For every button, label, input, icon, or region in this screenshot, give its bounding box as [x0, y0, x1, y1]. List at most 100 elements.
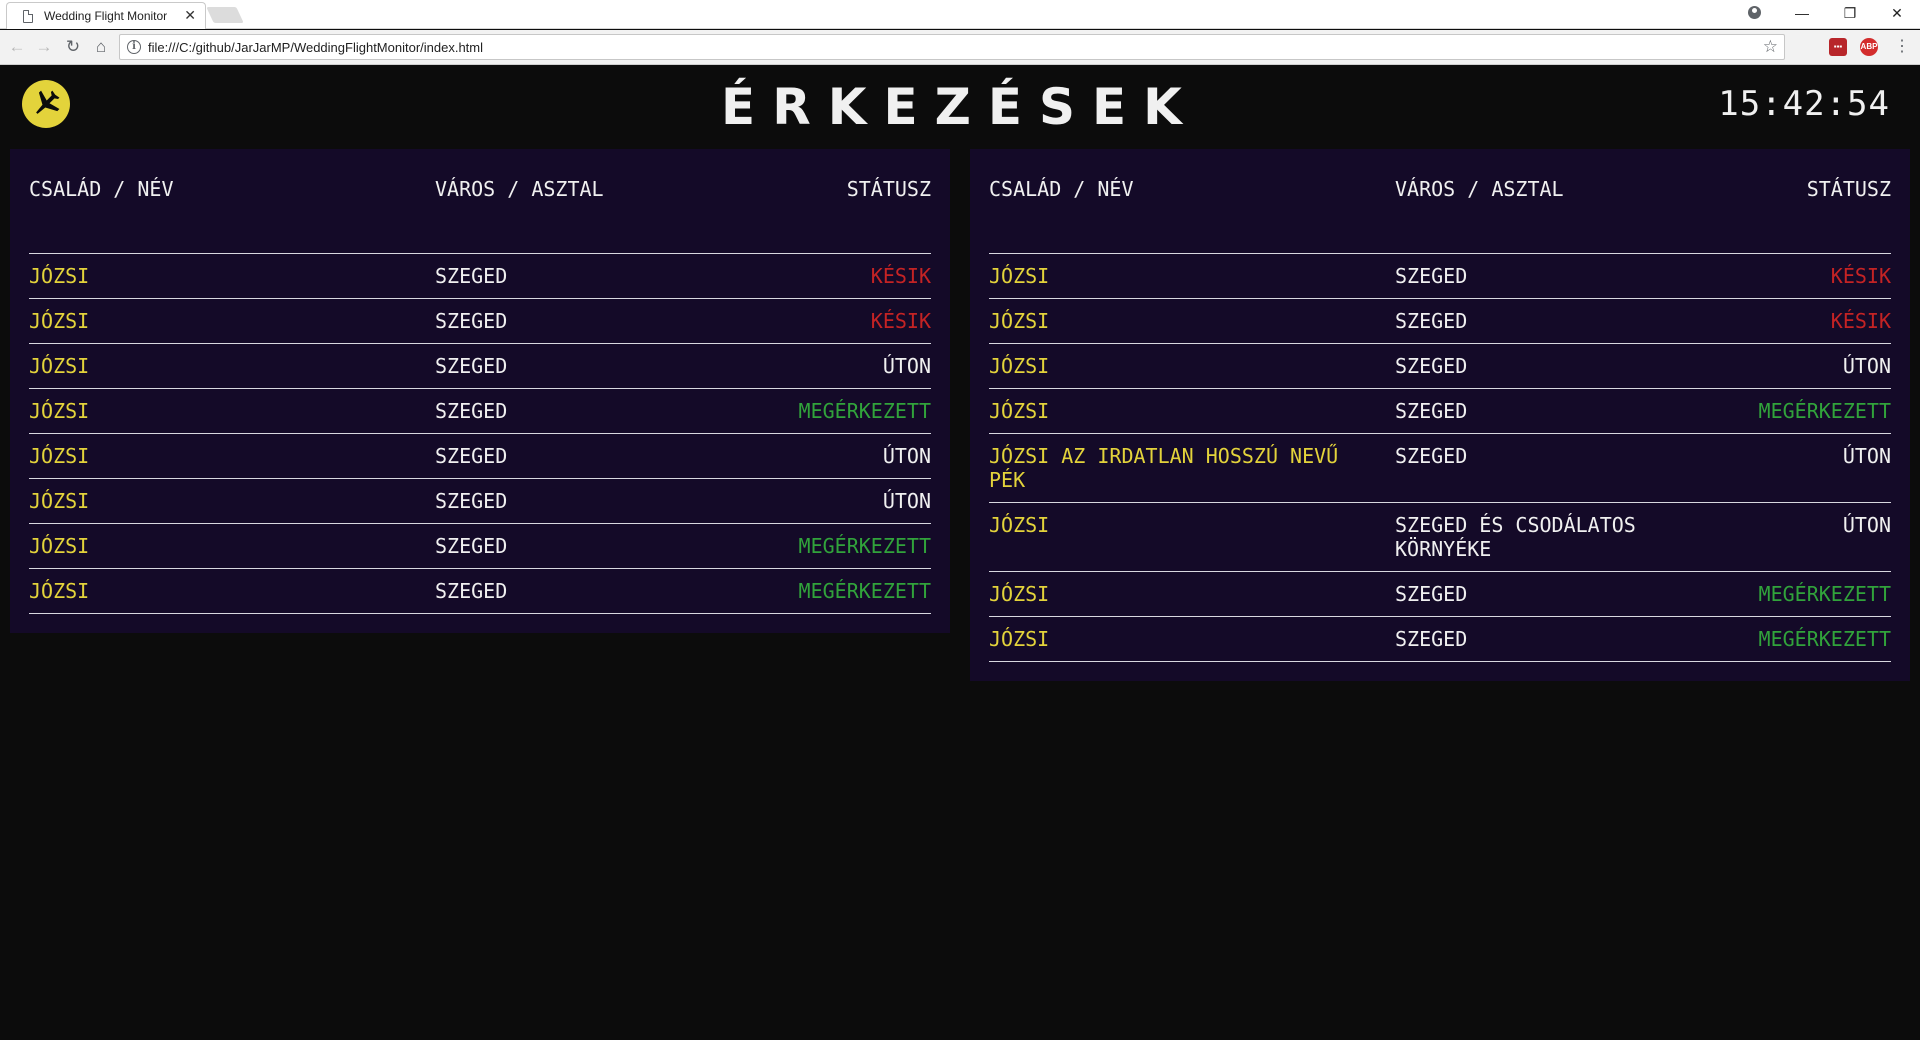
- guest-name: JÓZSI: [989, 582, 1050, 606]
- table-row: JÓZSI SZEGED KÉSIK: [989, 299, 1891, 344]
- header-city: VÁROS / ASZTAL: [435, 177, 604, 201]
- guest-name: JÓZSI: [989, 264, 1050, 288]
- header-city: VÁROS / ASZTAL: [1395, 177, 1564, 201]
- minimize-icon[interactable]: —: [1787, 3, 1817, 23]
- extension-icon[interactable]: ▪▪▪: [1829, 38, 1847, 56]
- guest-city: SZEGED: [435, 309, 508, 333]
- arrivals-board-left: CSALÁD / NÉV VÁROS / ASZTAL STÁTUSZ JÓZS…: [10, 149, 950, 633]
- table-row: JÓZSI SZEGED MEGÉRKEZETT: [29, 524, 931, 569]
- table-row: JÓZSI SZEGED MEGÉRKEZETT: [989, 572, 1891, 617]
- guest-status: ÚTON: [1842, 513, 1891, 537]
- guest-name: JÓZSI: [989, 627, 1050, 651]
- guest-status: MEGÉRKEZETT: [798, 534, 931, 558]
- guest-status: MEGÉRKEZETT: [798, 579, 931, 603]
- guest-city: SZEGED: [1395, 444, 1468, 468]
- header-status: STÁTUSZ: [846, 177, 931, 201]
- guest-status: MEGÉRKEZETT: [1758, 399, 1891, 423]
- guest-status: KÉSIK: [1830, 264, 1891, 288]
- guest-status: MEGÉRKEZETT: [798, 399, 931, 423]
- guest-city: SZEGED: [1395, 627, 1468, 651]
- guest-status: ÚTON: [882, 489, 931, 513]
- back-icon[interactable]: ←: [6, 36, 28, 58]
- table-row: JÓZSI SZEGED ÉS CSODÁLATOS KÖRNYÉKE ÚTON: [989, 503, 1891, 572]
- guest-city: SZEGED: [435, 489, 508, 513]
- close-window-icon[interactable]: ✕: [1882, 3, 1912, 23]
- table-row: JÓZSI SZEGED ÚTON: [29, 344, 931, 389]
- guest-city: SZEGED: [1395, 582, 1468, 606]
- guest-status: KÉSIK: [1830, 309, 1891, 333]
- page-title: ÉRKEZÉSEK: [721, 78, 1199, 136]
- reload-icon[interactable]: ↻: [62, 36, 84, 58]
- guest-status: MEGÉRKEZETT: [1758, 627, 1891, 651]
- guest-name: JÓZSI: [29, 444, 90, 468]
- guest-city: SZEGED: [435, 264, 508, 288]
- document-icon: [23, 10, 33, 23]
- browser-toolbar: ← → ↻ ⌂ i file:///C:/github/JarJarMP/Wed…: [0, 30, 1920, 65]
- home-icon[interactable]: ⌂: [90, 36, 112, 58]
- new-tab-button[interactable]: [206, 7, 244, 23]
- guest-city: SZEGED: [435, 579, 508, 603]
- table-header: CSALÁD / NÉV VÁROS / ASZTAL STÁTUSZ: [29, 169, 931, 254]
- browser-tabbar: Wedding Flight Monitor ✕ — ❐ ✕: [0, 0, 1920, 29]
- guest-name: JÓZSI: [29, 534, 90, 558]
- table-row: JÓZSI SZEGED ÚTON: [29, 479, 931, 524]
- guest-name: JÓZSI: [989, 309, 1050, 333]
- guest-city: SZEGED: [1395, 399, 1468, 423]
- forward-icon[interactable]: →: [33, 36, 55, 58]
- plane-icon: [22, 80, 70, 128]
- guest-name: JÓZSI: [989, 513, 1050, 537]
- table-row: JÓZSI SZEGED ÚTON: [29, 434, 931, 479]
- guest-status: ÚTON: [882, 444, 931, 468]
- guest-city: SZEGED: [435, 534, 508, 558]
- table-row: JÓZSI SZEGED ÚTON: [989, 344, 1891, 389]
- browser-tab[interactable]: Wedding Flight Monitor ✕: [6, 2, 206, 29]
- header-name: CSALÁD / NÉV: [989, 177, 1134, 201]
- guest-status: KÉSIK: [870, 309, 931, 333]
- header-status: STÁTUSZ: [1806, 177, 1891, 201]
- guest-name: JÓZSI AZ IRDATLAN HOSSZÚ NEVŰ PÉK: [989, 444, 1339, 492]
- guest-name: JÓZSI: [29, 264, 90, 288]
- maximize-icon[interactable]: ❐: [1835, 3, 1865, 23]
- tab-close-icon[interactable]: ✕: [184, 7, 196, 23]
- url-text[interactable]: file:///C:/github/JarJarMP/WeddingFlight…: [148, 40, 483, 55]
- guest-name: JÓZSI: [29, 309, 90, 333]
- table-row: JÓZSI SZEGED MEGÉRKEZETT: [29, 389, 931, 434]
- table-row: JÓZSI SZEGED MEGÉRKEZETT: [29, 569, 931, 614]
- guest-city: SZEGED: [435, 444, 508, 468]
- guest-city: SZEGED: [1395, 309, 1468, 333]
- table-row: JÓZSI SZEGED KÉSIK: [29, 299, 931, 344]
- guest-name: JÓZSI: [989, 399, 1050, 423]
- table-row: JÓZSI SZEGED MEGÉRKEZETT: [989, 617, 1891, 662]
- guest-name: JÓZSI: [29, 399, 90, 423]
- guest-name: JÓZSI: [29, 489, 90, 513]
- menu-icon[interactable]: ⋮: [1894, 36, 1910, 58]
- guest-city: SZEGED: [1395, 264, 1468, 288]
- guest-name: JÓZSI: [989, 354, 1050, 378]
- header-name: CSALÁD / NÉV: [29, 177, 174, 201]
- arrivals-board-right: CSALÁD / NÉV VÁROS / ASZTAL STÁTUSZ JÓZS…: [970, 149, 1910, 681]
- guest-city: SZEGED: [435, 399, 508, 423]
- guest-city: SZEGED ÉS CSODÁLATOS KÖRNYÉKE: [1395, 513, 1636, 561]
- guest-city: SZEGED: [1395, 354, 1468, 378]
- profile-icon[interactable]: [1748, 6, 1761, 19]
- table-row: JÓZSI AZ IRDATLAN HOSSZÚ NEVŰ PÉK SZEGED…: [989, 434, 1891, 503]
- guest-name: JÓZSI: [29, 579, 90, 603]
- guest-status: MEGÉRKEZETT: [1758, 582, 1891, 606]
- table-row: JÓZSI SZEGED KÉSIK: [989, 254, 1891, 299]
- guest-status: KÉSIK: [870, 264, 931, 288]
- guest-status: ÚTON: [1842, 444, 1891, 468]
- clock: 15:42:54: [1718, 84, 1890, 124]
- flight-monitor-app: ÉRKEZÉSEK 15:42:54 CSALÁD / NÉV VÁROS / …: [0, 66, 1920, 1040]
- info-icon[interactable]: i: [127, 40, 141, 54]
- table-row: JÓZSI SZEGED MEGÉRKEZETT: [989, 389, 1891, 434]
- bookmark-star-icon[interactable]: ☆: [1763, 37, 1778, 57]
- guest-status: ÚTON: [882, 354, 931, 378]
- guest-status: ÚTON: [1842, 354, 1891, 378]
- guest-name: JÓZSI: [29, 354, 90, 378]
- adblock-icon[interactable]: ABP: [1860, 38, 1878, 56]
- tab-title: Wedding Flight Monitor: [44, 9, 168, 23]
- table-row: JÓZSI SZEGED KÉSIK: [29, 254, 931, 299]
- table-header: CSALÁD / NÉV VÁROS / ASZTAL STÁTUSZ: [989, 169, 1891, 254]
- address-bar[interactable]: i file:///C:/github/JarJarMP/WeddingFlig…: [119, 34, 1785, 60]
- guest-city: SZEGED: [435, 354, 508, 378]
